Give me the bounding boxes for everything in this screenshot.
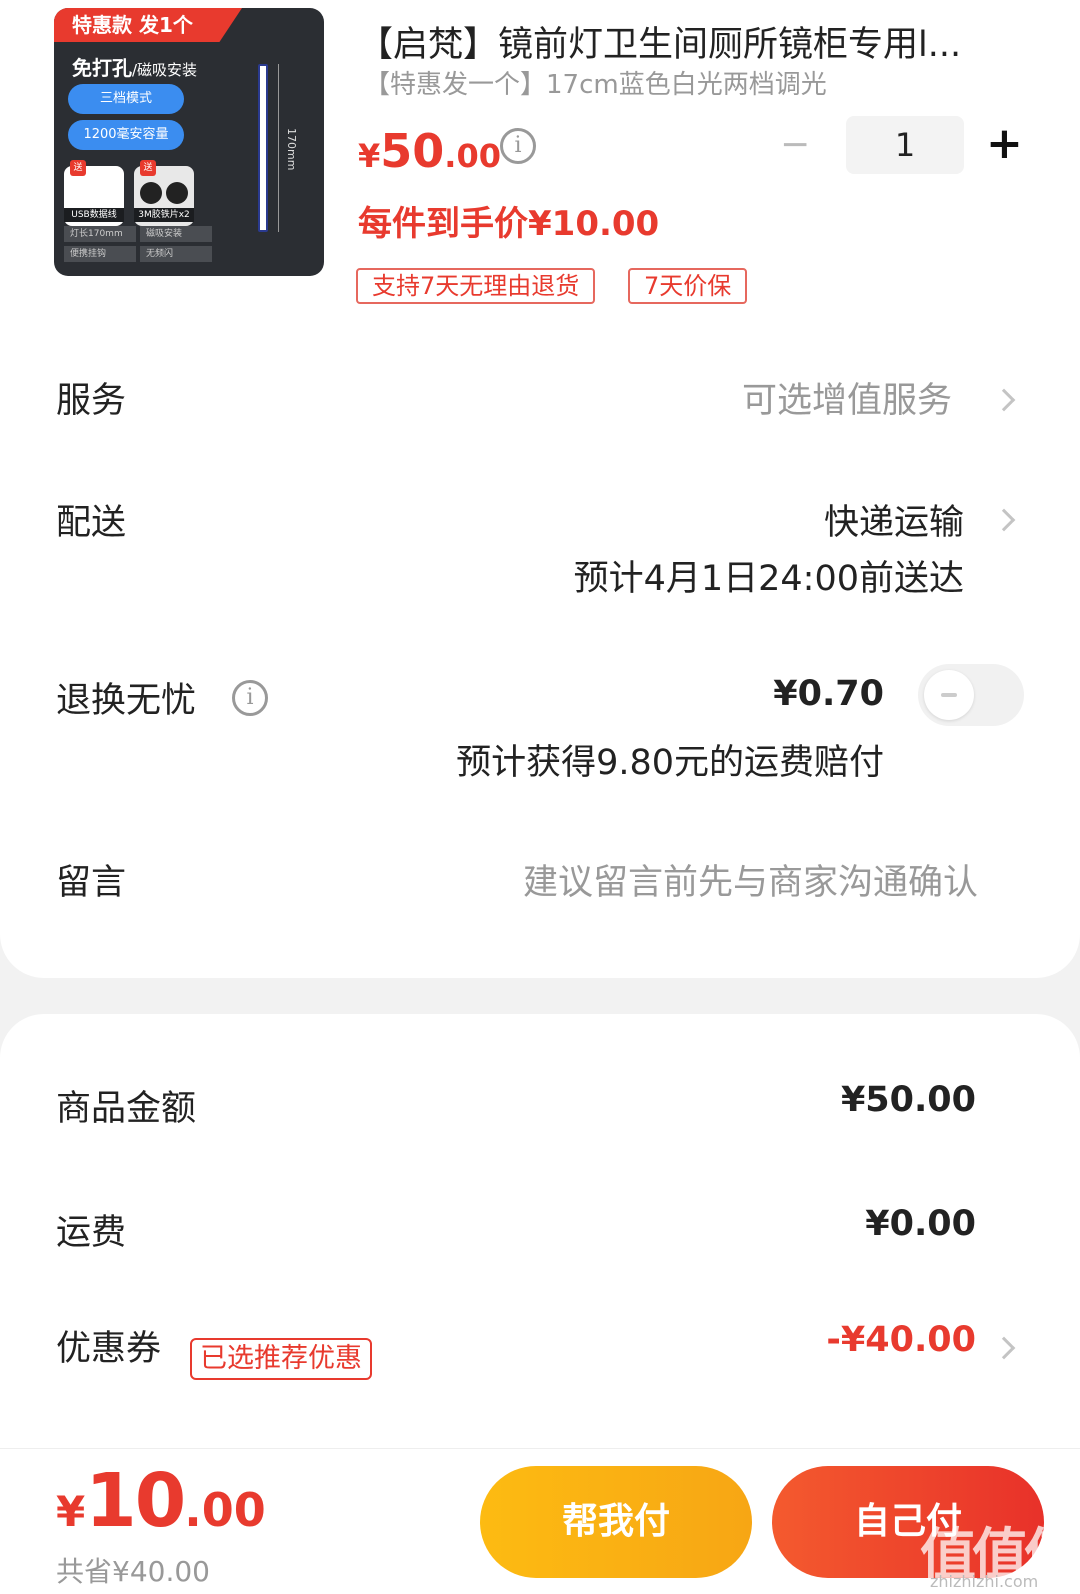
unit-price-text: 每件到手价¥10.00 — [358, 204, 660, 244]
price-protection-tag: 7天价保 — [628, 268, 748, 304]
goods-amount-value: ¥50.00 — [840, 1080, 976, 1120]
product-variant[interactable]: 【特惠发一个】17cm蓝色白光两档调光 — [364, 64, 827, 101]
thumb-dimension-line — [278, 64, 279, 232]
quantity-increase-button[interactable]: + — [986, 122, 1023, 168]
return-policy-tag: 支持7天无理由退货 — [356, 268, 596, 304]
toggle-knob — [924, 670, 974, 720]
coupon-badge[interactable]: 已选推荐优惠 — [190, 1338, 372, 1380]
message-input[interactable]: 建议留言前先与商家沟通确认 — [523, 854, 978, 905]
shipping-value: ¥0.00 — [865, 1204, 976, 1244]
thumb-dimension-label: 170mm — [285, 128, 298, 171]
delivery-eta: 预计4月1日24:00前送达 — [573, 559, 964, 599]
return-label: 退换无忧 — [56, 681, 197, 721]
service-value[interactable]: 可选增值服务 — [742, 372, 952, 423]
saved-amount: 共省¥40.00 — [56, 1555, 210, 1588]
thumb-ribbon: 特惠款 发1个 — [54, 8, 242, 42]
thumb-pill-mode: 三档模式 — [68, 84, 184, 114]
thumb-spec: 灯长170mm — [64, 226, 136, 242]
goods-amount-label: 商品金额 — [56, 1089, 197, 1129]
delivery-label: 配送 — [56, 503, 127, 543]
price-info-icon[interactable]: i — [500, 128, 536, 164]
thumb-spec: 便携挂钩 — [64, 246, 136, 262]
quantity-value[interactable]: 1 — [846, 116, 964, 174]
shipping-label: 运费 — [56, 1213, 127, 1253]
watermark-url: zhizhizhi.com — [930, 1572, 1039, 1591]
product-title[interactable]: 【启梵】镜前灯卫生间厕所镜柜专用l... — [358, 16, 1018, 67]
help-pay-button[interactable]: 帮我付 — [480, 1466, 752, 1578]
thumb-spec: 磁吸安装 — [140, 226, 212, 242]
coupon-label: 优惠券 — [56, 1329, 162, 1369]
return-price: ¥0.70 — [773, 674, 884, 714]
total-price: ¥10.00 — [56, 1458, 266, 1544]
thumb-accessory-pads-label: 3M胶铁片x2 — [134, 208, 194, 222]
coupon-value[interactable]: -¥40.00 — [826, 1320, 976, 1360]
thumb-accessory-cable-label: USB数据线 — [64, 208, 124, 222]
return-info-icon[interactable]: i — [232, 680, 268, 716]
thumb-pill-capacity: 1200毫安容量 — [68, 120, 184, 150]
message-label: 留言 — [56, 863, 127, 903]
product-image[interactable]: 特惠款 发1个 免打孔/磁吸安装 三档模式 1200毫安容量 送 送 USB数据… — [54, 8, 324, 276]
delivery-method[interactable]: 快递运输 — [824, 494, 964, 545]
thumb-headline: 免打孔/磁吸安装 — [72, 56, 198, 80]
quantity-decrease-button[interactable]: − — [780, 127, 810, 168]
send-tag: 送 — [140, 160, 156, 176]
thumb-spec: 无频闪 — [140, 246, 212, 262]
return-insurance-toggle[interactable] — [918, 664, 1024, 726]
service-label: 服务 — [56, 381, 127, 421]
product-price: ¥50.00 — [358, 124, 501, 178]
thumb-lamp — [258, 64, 268, 232]
send-tag: 送 — [70, 160, 86, 176]
return-note: 预计获得9.80元的运费赔付 — [456, 743, 884, 783]
